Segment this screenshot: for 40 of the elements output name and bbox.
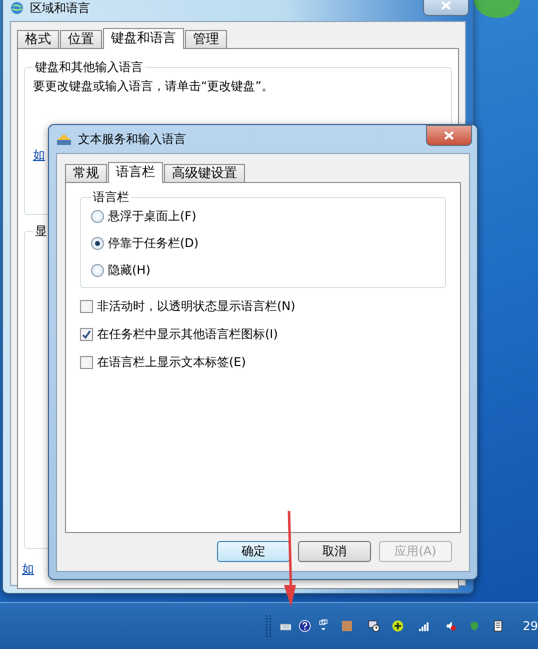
- radio-button[interactable]: [91, 237, 104, 250]
- close-icon[interactable]: [444, 131, 454, 140]
- window-title: 区域和语言: [30, 0, 90, 16]
- close-button[interactable]: [426, 125, 472, 146]
- group-title: 显: [34, 223, 48, 240]
- checkbox[interactable]: [80, 300, 93, 313]
- tab[interactable]: 高级键设置: [164, 164, 245, 183]
- plus-icon[interactable]: [392, 618, 404, 634]
- device-icon[interactable]: [492, 618, 503, 634]
- help-link[interactable]: 如: [33, 147, 45, 164]
- radio-button[interactable]: [91, 264, 104, 277]
- radio-option[interactable]: 隐藏(H): [91, 262, 435, 279]
- speaker-icon[interactable]: [446, 619, 456, 633]
- window-title: 文本服务和输入语言: [78, 130, 186, 148]
- checkbox-option[interactable]: 在任务栏中显示其他语言栏图标(I): [80, 326, 446, 343]
- radio-option[interactable]: 悬浮于桌面上(F): [91, 208, 435, 225]
- radio-button[interactable]: [91, 210, 104, 223]
- checkbox[interactable]: [80, 356, 93, 369]
- tab[interactable]: 格式: [17, 30, 59, 49]
- instruction-text: 要更改键盘或输入语言，请单击“更改键盘”。: [33, 78, 274, 95]
- network-clock-icon[interactable]: [368, 618, 380, 634]
- help-icon[interactable]: [299, 618, 312, 634]
- close-button[interactable]: [423, 0, 469, 16]
- tab[interactable]: 位置: [60, 30, 102, 49]
- help-link[interactable]: 如: [22, 561, 34, 578]
- dialog-button[interactable]: 确定: [217, 541, 290, 562]
- group-title: 语言栏: [92, 189, 130, 206]
- tab[interactable]: 常规: [65, 164, 107, 183]
- tab[interactable]: 键盘和语言: [103, 28, 184, 49]
- group-title: 键盘和其他输入语言: [34, 59, 144, 76]
- tab[interactable]: 管理: [185, 30, 227, 49]
- clock-text: 29: [522, 619, 538, 633]
- checkbox-option[interactable]: 在语言栏上显示文本标签(E): [80, 354, 446, 371]
- checkbox-option[interactable]: 非活动时，以透明状态显示语言栏(N): [80, 298, 446, 315]
- globe-icon: [10, 1, 24, 15]
- radio-option[interactable]: 停靠于任务栏(D): [91, 235, 435, 252]
- keyboard-folder-icon: [56, 132, 72, 146]
- tab[interactable]: 语言栏: [108, 162, 163, 183]
- checkbox[interactable]: [80, 328, 93, 341]
- dialog-button[interactable]: 取消: [298, 541, 371, 562]
